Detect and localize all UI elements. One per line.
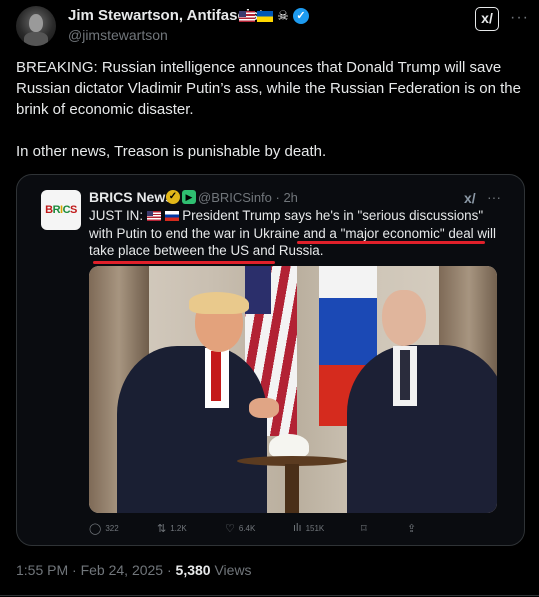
post-photo[interactable] <box>89 266 497 513</box>
author-display-name[interactable]: Jim Stewartson, Antifascist <box>68 7 263 24</box>
post-text: BREAKING: Russian intelligence announces… <box>16 57 526 183</box>
quoted-author-avatar[interactable]: BRICS <box>41 190 81 230</box>
quoted-author-badges: ✓ ▶ <box>166 190 196 204</box>
verified-icon[interactable]: ✓ <box>293 8 309 24</box>
repost-icon: ⇅ <box>157 523 167 535</box>
reply-icon: ◯ <box>89 523 102 535</box>
share-icon: ⇪ <box>407 523 417 535</box>
post-timestamp[interactable]: 1:55 PM · Feb 24, 2025 · <box>16 562 176 578</box>
handshake <box>249 398 279 418</box>
us-flag-icon <box>239 10 255 22</box>
share-button[interactable]: ⇪ <box>407 522 416 535</box>
bookmark-button[interactable]: ⌑ <box>361 522 367 535</box>
views-count: 5,380 <box>175 562 211 578</box>
bookmark-icon: ⌑ <box>361 523 367 535</box>
skull-crossbones-icon: ☠ <box>277 8 289 23</box>
more-options-button[interactable]: ··· <box>510 9 529 27</box>
quoted-post-text: JUST IN: President Trump says he's in "s… <box>89 207 509 260</box>
person-right <box>327 290 497 513</box>
author-avatar[interactable] <box>16 6 56 46</box>
russia-flag-icon <box>164 211 179 221</box>
more-options-icon[interactable]: ··· <box>487 189 501 205</box>
views-button[interactable]: ılı 151K <box>293 522 324 534</box>
post-meta: 1:55 PM · Feb 24, 2025 · 5,380 Views <box>16 562 252 578</box>
person-left <box>107 292 267 513</box>
quoted-actions: ◯ 322 ⇅ 1.2K ♡ 6.4K ılı 151K ⌑ ⇪ <box>89 522 429 540</box>
red-underline-annotation <box>93 261 275 264</box>
like-button[interactable]: ♡ 6.4K <box>225 522 255 535</box>
us-flag-icon <box>146 211 161 221</box>
repost-button[interactable]: ⇅ 1.2K <box>157 522 187 535</box>
red-underline-annotation <box>297 241 485 244</box>
divider <box>0 595 539 596</box>
gold-verified-icon: ✓ <box>166 190 180 204</box>
views-label: Views <box>210 562 252 578</box>
views-icon: ılı <box>293 522 302 534</box>
quoted-author-name[interactable]: BRICS News <box>89 189 173 205</box>
flowers <box>269 434 309 458</box>
post-header: Jim Stewartson, Antifascist ☠ ✓ @jimstew… <box>16 4 528 46</box>
grok-button[interactable]: x/ <box>475 7 499 31</box>
quoted-author-handle[interactable]: @BRICSinfo · 2h <box>198 190 298 205</box>
reply-button[interactable]: ◯ 322 <box>89 522 119 535</box>
ukraine-flag-icon <box>257 10 273 22</box>
quoted-post[interactable]: BRICS BRICS News ✓ ▶ @BRICSinfo · 2h x/ … <box>16 174 525 546</box>
quoted-text-prefix: JUST IN: <box>89 208 147 223</box>
affiliate-icon: ▶ <box>182 190 196 204</box>
author-handle[interactable]: @jimstewartson <box>68 27 168 43</box>
post-paragraph: In other news, Treason is punishable by … <box>16 143 327 160</box>
grok-icon[interactable]: x/ <box>464 190 476 206</box>
side-table <box>237 456 347 513</box>
heart-icon: ♡ <box>225 523 235 535</box>
author-badges: ☠ ✓ <box>239 8 309 24</box>
post-paragraph: BREAKING: Russian intelligence announces… <box>16 59 521 118</box>
